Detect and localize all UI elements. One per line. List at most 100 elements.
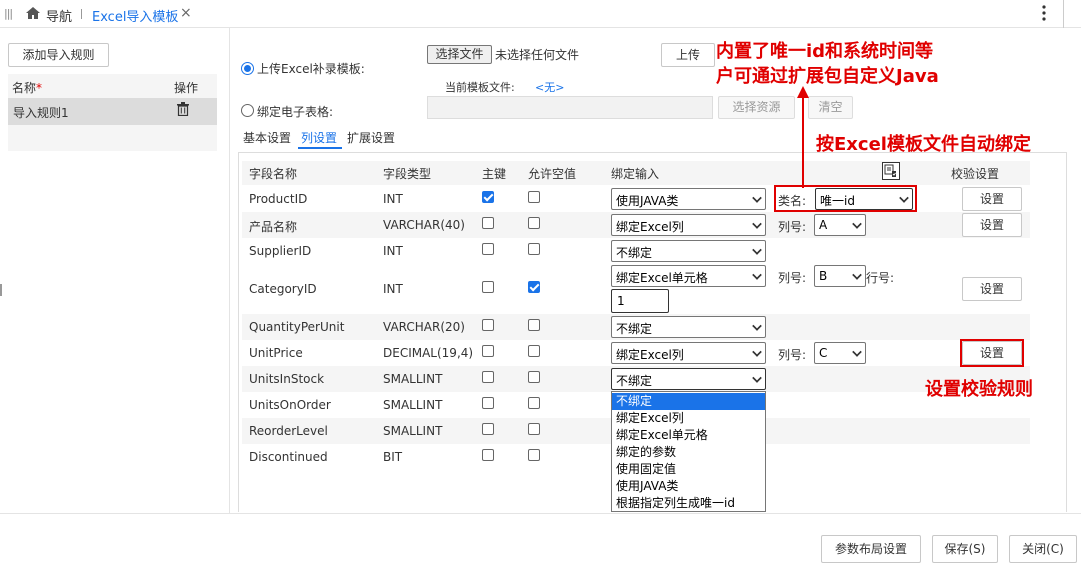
- row-3-bind-select[interactable]: 绑定Excel单元格: [611, 265, 766, 287]
- row-9-pk-checkbox[interactable]: [482, 449, 494, 461]
- delete-icon[interactable]: [177, 102, 189, 117]
- setting-highlight-box: [960, 339, 1024, 367]
- row-3-setting-button[interactable]: 设置: [962, 277, 1022, 301]
- dropdown-option[interactable]: 根据指定列生成唯一id: [612, 495, 765, 512]
- radio-bind-label: 绑定电子表格:: [257, 105, 334, 119]
- row-4-bind-select[interactable]: 不绑定: [611, 316, 766, 338]
- row-7-name: UnitsOnOrder: [249, 398, 331, 412]
- row-3-column-select[interactable]: B: [814, 265, 866, 287]
- row-3-pk-checkbox[interactable]: [482, 281, 494, 293]
- row-1-column-select[interactable]: A: [814, 214, 866, 236]
- row-0-setting-button[interactable]: 设置: [962, 187, 1022, 211]
- dropdown-option[interactable]: 使用JAVA类: [612, 478, 765, 495]
- row-4-type: VARCHAR(20): [383, 320, 465, 334]
- row-5-name: UnitPrice: [249, 346, 303, 360]
- row-4-pk-checkbox[interactable]: [482, 319, 494, 331]
- row-5-extra-label: 列号:: [778, 348, 807, 362]
- row-1-pk-checkbox[interactable]: [482, 217, 494, 229]
- row-3-null-checkbox[interactable]: [528, 281, 540, 293]
- row-7-pk-checkbox[interactable]: [482, 397, 494, 409]
- row-5-type: DECIMAL(19,4): [383, 346, 474, 360]
- header-bind-input: 绑定输入: [611, 167, 660, 181]
- rule-row[interactable]: 导入规则1: [8, 98, 217, 125]
- header-field-name: 字段名称: [249, 167, 298, 181]
- annotation-builtin-line1: 内置了唯一id和系统时间等: [716, 41, 934, 62]
- row-4-name: QuantityPerUnit: [249, 320, 345, 334]
- row-9-null-checkbox[interactable]: [528, 449, 540, 461]
- choose-file-button[interactable]: 选择文件: [427, 45, 492, 64]
- tab-columns[interactable]: 列设置: [301, 129, 337, 146]
- col-name-header: 名称*: [12, 81, 43, 95]
- row-2-bind-select[interactable]: 不绑定: [611, 240, 766, 262]
- footer-divider: [0, 513, 1081, 514]
- menu-icon[interactable]: |||: [4, 7, 13, 20]
- row-2-pk-checkbox[interactable]: [482, 243, 494, 255]
- row-3-type: INT: [383, 282, 403, 296]
- row-0-null-checkbox[interactable]: [528, 191, 540, 203]
- row-1-extra-label: 列号:: [778, 220, 807, 234]
- radio-bind[interactable]: [241, 104, 254, 117]
- row-0-type: INT: [383, 192, 403, 206]
- dropdown-option[interactable]: 不绑定: [612, 393, 765, 410]
- row-0-pk-checkbox[interactable]: [482, 191, 494, 203]
- dropdown-option[interactable]: 绑定Excel列: [612, 410, 765, 427]
- row-0-bind-select[interactable]: 使用JAVA类: [611, 188, 766, 210]
- bind-dropdown-list[interactable]: 不绑定 绑定Excel列 绑定Excel单元格 绑定的参数 使用固定值 使用JA…: [611, 391, 766, 512]
- row-6-null-checkbox[interactable]: [528, 371, 540, 383]
- row-5-null-checkbox[interactable]: [528, 345, 540, 357]
- dropdown-option[interactable]: 绑定Excel单元格: [612, 427, 765, 444]
- dropdown-option[interactable]: 使用固定值: [612, 461, 765, 478]
- row-7-null-checkbox[interactable]: [528, 397, 540, 409]
- row-5-pk-checkbox[interactable]: [482, 345, 494, 357]
- row-6-bind-select[interactable]: 不绑定: [611, 368, 766, 390]
- row-5-bind-select[interactable]: 绑定Excel列: [611, 342, 766, 364]
- dropdown-option[interactable]: 绑定的参数: [612, 444, 765, 461]
- no-file-text: 未选择任何文件: [495, 48, 580, 62]
- row-4-null-checkbox[interactable]: [528, 319, 540, 331]
- row-8-pk-checkbox[interactable]: [482, 423, 494, 435]
- row-1-bind-select[interactable]: 绑定Excel列: [611, 214, 766, 236]
- close-button[interactable]: 关闭(C): [1009, 535, 1077, 563]
- row-3-name: CategoryID: [249, 282, 317, 296]
- tab-basic[interactable]: 基本设置: [243, 129, 291, 146]
- radio-dot: [244, 65, 251, 72]
- tab-excel-template[interactable]: Excel导入模板: [92, 6, 178, 25]
- nav-label[interactable]: 导航: [46, 6, 72, 25]
- row-6-name: UnitsInStock: [249, 372, 325, 386]
- more-icon[interactable]: [1042, 5, 1046, 21]
- splitter-handle[interactable]: [0, 284, 2, 296]
- tab-extension[interactable]: 扩展设置: [347, 129, 395, 146]
- bind-sheet-input: [427, 96, 713, 119]
- radio-upload[interactable]: [241, 62, 254, 75]
- row-3-row-input[interactable]: 1: [611, 289, 669, 313]
- annotation-arrow: [796, 86, 810, 188]
- row-8-type: SMALLINT: [383, 424, 443, 438]
- radio-upload-label: 上传Excel补录模板:: [257, 62, 365, 76]
- tab-active-underline: [298, 147, 342, 149]
- left-list: 名称* 操作 导入规则1: [8, 74, 217, 151]
- row-1-name: 产品名称: [249, 220, 298, 234]
- top-bar: ||| 导航 Excel导入模板 ×: [0, 0, 1081, 28]
- tab-divider: [81, 9, 82, 19]
- add-rule-button[interactable]: 添加导入规则: [8, 43, 109, 67]
- row-5-column-select[interactable]: C: [814, 342, 866, 364]
- save-button[interactable]: 保存(S): [932, 535, 998, 563]
- upload-button[interactable]: 上传: [661, 43, 715, 67]
- param-layout-button[interactable]: 参数布局设置: [821, 535, 921, 563]
- row-8-name: ReorderLevel: [249, 424, 328, 438]
- header-validation: 校验设置: [951, 167, 1000, 181]
- row-8-null-checkbox[interactable]: [528, 423, 540, 435]
- row-1-null-checkbox[interactable]: [528, 217, 540, 229]
- row-7-type: SMALLINT: [383, 398, 443, 412]
- row-2-null-checkbox[interactable]: [528, 243, 540, 255]
- header-allow-null: 允许空值: [528, 167, 577, 181]
- rule-name[interactable]: 导入规则1: [13, 104, 69, 121]
- row-1-setting-button[interactable]: 设置: [962, 213, 1022, 237]
- row-6-pk-checkbox[interactable]: [482, 371, 494, 383]
- row-0-name: ProductID: [249, 192, 308, 206]
- tab-close-icon[interactable]: ×: [180, 5, 192, 21]
- auto-bind-icon[interactable]: [882, 162, 900, 180]
- home-icon[interactable]: [25, 6, 41, 20]
- class-highlight-box: [774, 185, 917, 212]
- row-6-type: SMALLINT: [383, 372, 443, 386]
